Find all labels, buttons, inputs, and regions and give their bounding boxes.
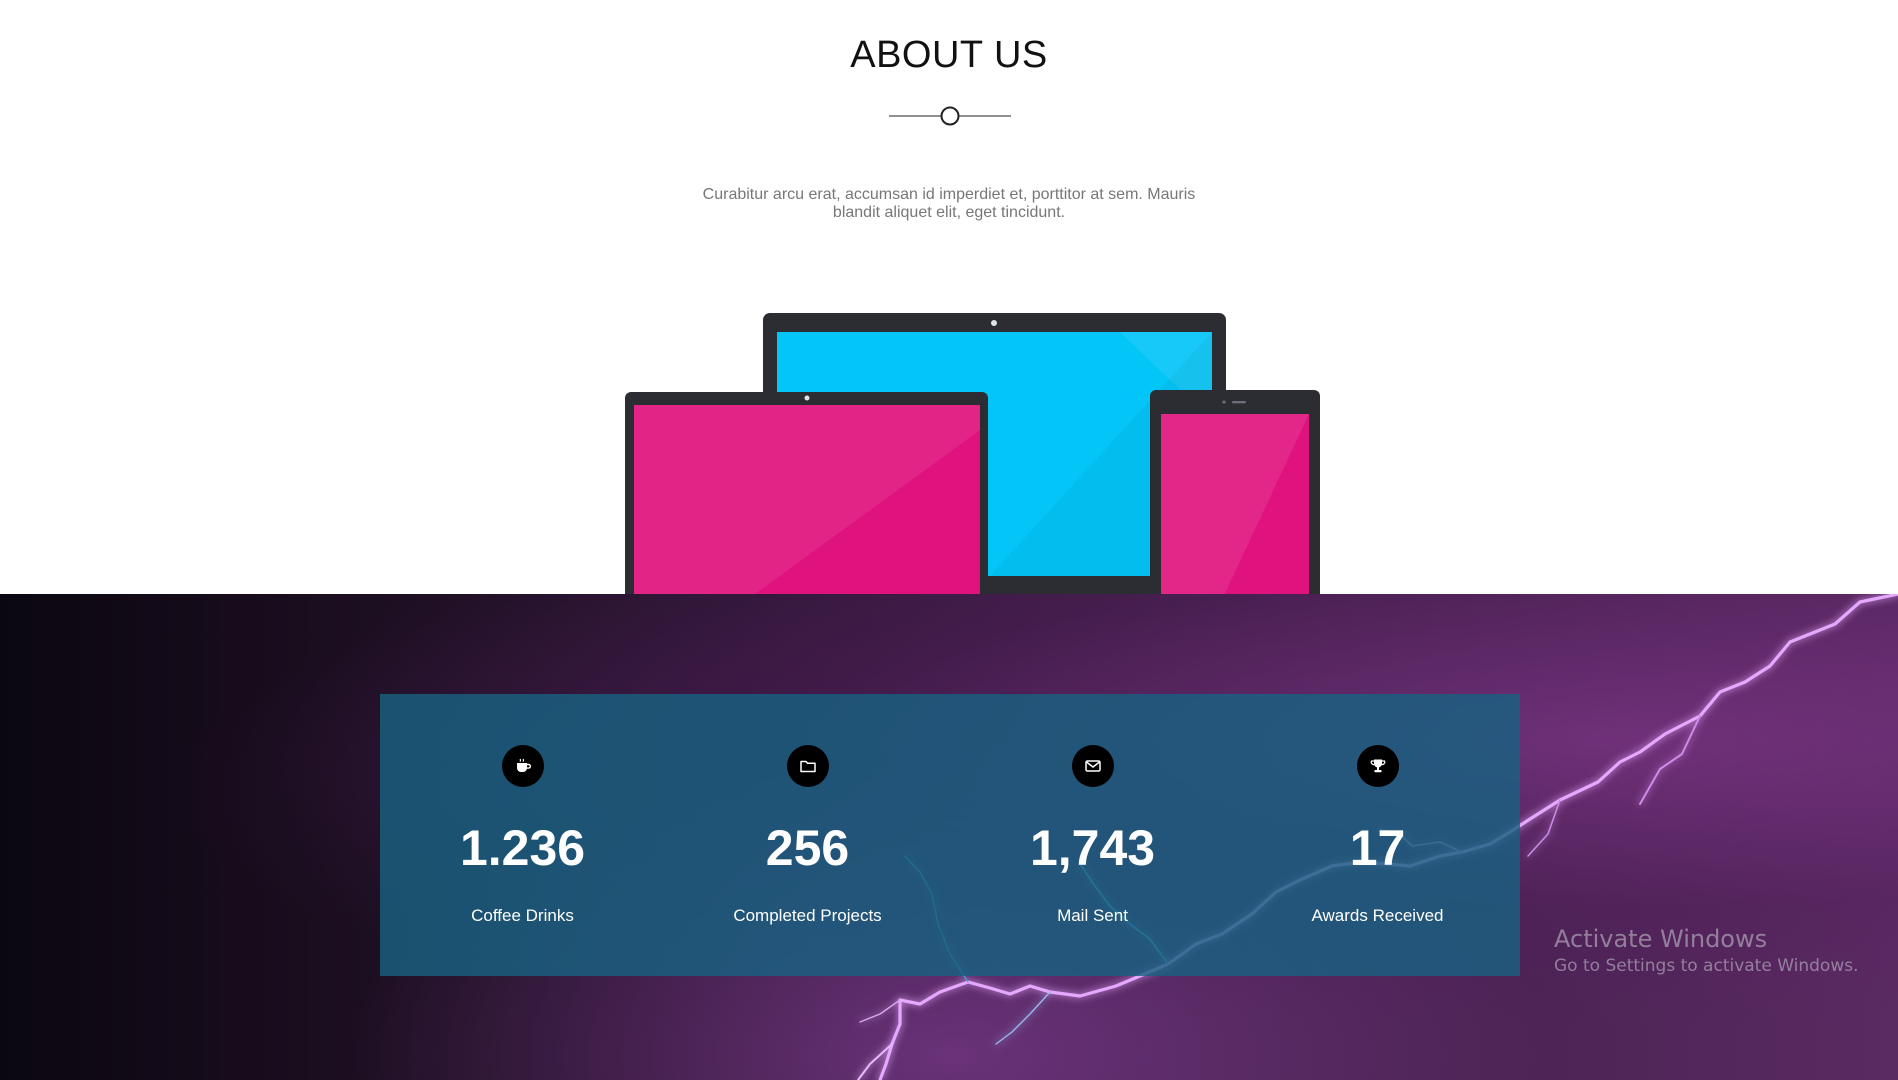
watermark-subtitle: Go to Settings to activate Windows. — [1554, 956, 1859, 976]
coffee-icon — [502, 745, 544, 787]
stat-mail-sent: 1,743 Mail Sent — [950, 694, 1235, 976]
about-section: ABOUT US Curabitur arcu erat, accumsan i… — [0, 0, 1898, 594]
stat-completed-projects: 256 Completed Projects — [665, 694, 950, 976]
stat-label: Awards Received — [1311, 906, 1444, 925]
about-description: Curabitur arcu erat, accumsan id imperdi… — [702, 186, 1196, 221]
windows-activation-watermark: Activate Windows Go to Settings to activ… — [1554, 924, 1859, 978]
folder-icon — [787, 745, 829, 787]
envelope-icon — [1072, 745, 1114, 787]
page: ABOUT US Curabitur arcu erat, accumsan i… — [0, 0, 1898, 1080]
stats-section: 1.236 Coffee Drinks 256 Completed Projec… — [0, 594, 1898, 1080]
title-divider — [889, 106, 1011, 126]
stat-label: Completed Projects — [733, 906, 882, 925]
stat-label: Mail Sent — [1057, 906, 1128, 925]
watermark-title: Activate Windows — [1554, 925, 1768, 953]
stat-coffee-drinks: 1.236 Coffee Drinks — [380, 694, 665, 976]
stats-panel: 1.236 Coffee Drinks 256 Completed Projec… — [380, 694, 1520, 976]
phone-device — [1150, 390, 1320, 594]
stat-value: 1,743 — [1029, 820, 1156, 876]
stat-label: Coffee Drinks — [471, 906, 574, 925]
stat-value: 1.236 — [459, 820, 586, 876]
stat-value: 17 — [1349, 820, 1406, 876]
stat-value: 256 — [765, 820, 850, 876]
trophy-icon — [1357, 745, 1399, 787]
devices-illustration — [625, 313, 1320, 594]
section-title: ABOUT US — [850, 34, 1048, 76]
stat-awards-received: 17 Awards Received — [1235, 694, 1520, 976]
tablet-device — [625, 392, 988, 594]
